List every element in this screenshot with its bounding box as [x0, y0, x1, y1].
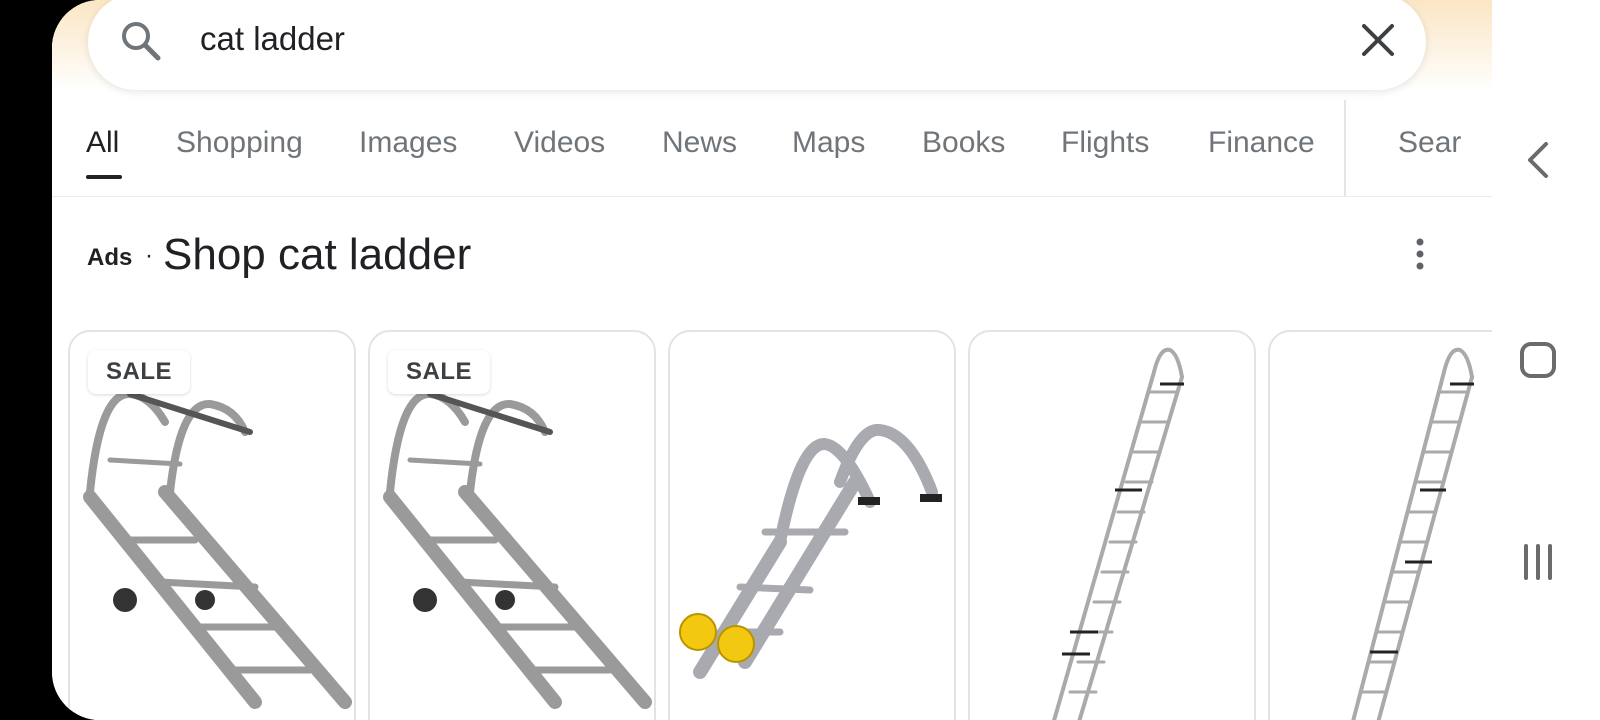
- home-icon[interactable]: [1518, 340, 1558, 385]
- tab-maps[interactable]: Maps: [792, 126, 865, 160]
- search-tabs: All Shopping Images Videos News Maps Boo…: [52, 100, 1492, 197]
- tab-images[interactable]: Images: [359, 126, 457, 160]
- tab-finance[interactable]: Finance: [1208, 126, 1315, 160]
- tab-news[interactable]: News: [662, 126, 737, 160]
- close-icon[interactable]: [1358, 20, 1398, 60]
- more-vert-icon[interactable]: [1408, 236, 1432, 272]
- ads-separator: ·: [145, 242, 153, 269]
- system-nav-bar: [1492, 0, 1600, 720]
- ads-title: Shop cat ladder: [163, 230, 472, 279]
- back-icon[interactable]: [1518, 138, 1558, 187]
- tab-all[interactable]: All: [86, 126, 119, 160]
- product-card[interactable]: SALE: [68, 330, 356, 720]
- ladder-image: [679, 423, 942, 679]
- search-input[interactable]: cat ladder: [200, 20, 345, 58]
- screen: cat ladder All Shopping Images Videos Ne…: [52, 0, 1600, 720]
- tab-books[interactable]: Books: [922, 126, 1005, 160]
- product-card[interactable]: [668, 330, 956, 720]
- tab-flights[interactable]: Flights: [1061, 126, 1149, 160]
- tab-search-tools[interactable]: Sear: [1398, 126, 1461, 160]
- ads-label: Ads: [87, 244, 133, 271]
- product-card[interactable]: [968, 330, 1256, 720]
- ladder-image: [1052, 347, 1184, 720]
- tab-videos[interactable]: Videos: [514, 126, 605, 160]
- search-icon[interactable]: [118, 18, 162, 62]
- sale-badge: SALE: [388, 350, 491, 394]
- tab-divider: [1344, 100, 1346, 196]
- search-bar[interactable]: cat ladder: [88, 0, 1426, 90]
- product-card[interactable]: SALE: [368, 330, 656, 720]
- ladder-image: [1351, 347, 1474, 720]
- sale-badge: SALE: [88, 350, 191, 394]
- recents-icon[interactable]: [1518, 542, 1558, 587]
- search-results-page: cat ladder All Shopping Images Videos Ne…: [52, 0, 1492, 720]
- active-tab-indicator: [86, 175, 122, 179]
- tab-shopping[interactable]: Shopping: [176, 126, 303, 160]
- product-card[interactable]: [1268, 330, 1492, 720]
